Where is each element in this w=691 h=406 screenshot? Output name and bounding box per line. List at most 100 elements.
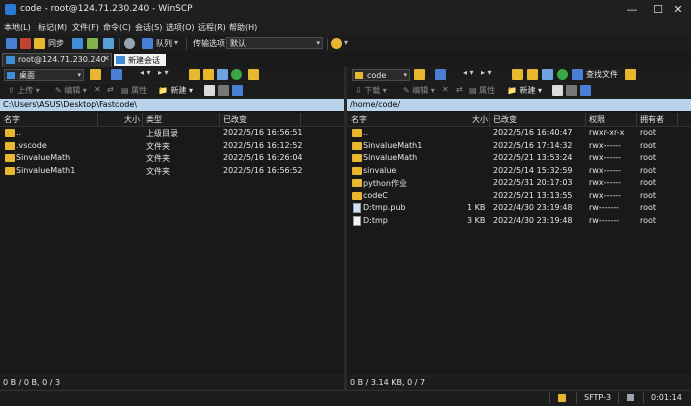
menu-commands[interactable]: 命令(C) bbox=[103, 22, 131, 33]
menu-remote[interactable]: 远程(R) bbox=[198, 22, 226, 33]
column-divider[interactable] bbox=[97, 113, 98, 126]
forward-arrow-icon[interactable]: ▸ ▾ bbox=[158, 68, 169, 77]
sync-folder-icon[interactable] bbox=[34, 38, 45, 49]
local-panel-icon[interactable] bbox=[6, 38, 17, 49]
column-modified[interactable]: 已改变 bbox=[223, 114, 247, 125]
back-arrow-icon[interactable]: ◂ ▾ bbox=[140, 68, 151, 77]
filter-select-icon[interactable] bbox=[580, 85, 591, 96]
edit-button[interactable]: ✎ 编辑 ▾ bbox=[403, 85, 435, 96]
open-folder-icon[interactable] bbox=[90, 69, 101, 80]
sync-browse-icon[interactable] bbox=[72, 38, 83, 49]
edit-button[interactable]: ✎ 编辑 ▾ bbox=[55, 85, 87, 96]
home-icon[interactable] bbox=[542, 69, 553, 80]
properties-button[interactable]: ▤ 属性 bbox=[469, 85, 495, 96]
menu-session[interactable]: 会话(S) bbox=[135, 22, 162, 33]
rename-icon[interactable]: ⇄ bbox=[456, 85, 463, 94]
filter-icon[interactable] bbox=[435, 69, 446, 80]
table-row[interactable]: SinvalueMath1 文件夹 2022/5/16 16:56:52 bbox=[0, 165, 344, 178]
column-divider[interactable] bbox=[677, 113, 678, 126]
column-permissions[interactable]: 权限 bbox=[589, 114, 605, 125]
chevron-down-icon[interactable]: ▾ bbox=[174, 38, 178, 47]
column-type[interactable]: 类型 bbox=[146, 114, 162, 125]
column-divider[interactable] bbox=[219, 113, 220, 126]
download-button[interactable]: ⇩ 下载 ▾ bbox=[355, 85, 387, 96]
right-path-bar[interactable]: /home/code/ bbox=[347, 99, 691, 111]
chevron-down-icon[interactable]: ▾ bbox=[344, 38, 348, 47]
properties-button[interactable]: ▤ 属性 bbox=[121, 85, 147, 96]
rename-icon[interactable]: ⇄ bbox=[107, 85, 114, 94]
minimize-button[interactable]: — bbox=[618, 2, 646, 18]
menu-local[interactable]: 本地(L) bbox=[4, 22, 31, 33]
home-icon[interactable] bbox=[217, 69, 228, 80]
forward-arrow-icon[interactable]: ▸ ▾ bbox=[481, 68, 492, 77]
column-size[interactable]: 大小 bbox=[472, 114, 488, 125]
delete-icon[interactable]: ✕ bbox=[442, 85, 449, 94]
menu-help[interactable]: 帮助(H) bbox=[229, 22, 257, 33]
queue-button[interactable]: 队列 bbox=[156, 38, 172, 49]
upload-button[interactable]: ⇪ 上传 ▾ bbox=[8, 85, 40, 96]
compare-icon[interactable] bbox=[20, 38, 31, 49]
refresh-icon[interactable] bbox=[557, 69, 568, 80]
right-file-list[interactable]: 名字 大小 已改变 权限 拥有者 .. 2022/5/16 16:40:47 r… bbox=[347, 111, 691, 375]
preferences-icon[interactable] bbox=[331, 38, 342, 49]
console-icon[interactable] bbox=[103, 38, 114, 49]
table-row[interactable]: .. 上级目录 2022/5/16 16:56:51 bbox=[0, 127, 344, 140]
left-location-select[interactable]: 桌面 ▾ bbox=[4, 69, 84, 81]
bookmark-icon[interactable] bbox=[625, 69, 636, 80]
open-folder-icon[interactable] bbox=[414, 69, 425, 80]
filter-select-icon[interactable] bbox=[232, 85, 243, 96]
table-row[interactable]: SinvalueMath1 2022/5/16 17:14:32 rwx----… bbox=[347, 140, 691, 153]
column-divider[interactable] bbox=[142, 113, 143, 126]
session-tab[interactable]: root@124.71.230.240 ✕ bbox=[2, 53, 112, 67]
new-button[interactable]: 📁 新建 ▾ bbox=[158, 85, 193, 96]
filter-icon[interactable] bbox=[111, 69, 122, 80]
new-session-tab[interactable]: 新建会话 bbox=[114, 54, 166, 66]
root-folder-icon[interactable] bbox=[203, 69, 214, 80]
unselect-icon[interactable] bbox=[566, 85, 577, 96]
table-row[interactable]: D:tmp 3 KB 2022/4/30 23:19:48 rw------- … bbox=[347, 215, 691, 228]
select-all-icon[interactable] bbox=[204, 85, 215, 96]
table-row[interactable]: python作业 2022/5/31 20:17:03 rwx------ ro… bbox=[347, 177, 691, 190]
column-divider[interactable] bbox=[636, 113, 637, 126]
find-files-icon[interactable] bbox=[572, 69, 583, 80]
column-divider[interactable] bbox=[300, 113, 301, 126]
find-files-button[interactable]: 查找文件 bbox=[586, 69, 618, 80]
parent-folder-icon[interactable] bbox=[512, 69, 523, 80]
menu-options[interactable]: 选项(O) bbox=[166, 22, 195, 33]
keep-up-to-date-icon[interactable] bbox=[87, 38, 98, 49]
column-divider[interactable] bbox=[489, 113, 490, 126]
back-arrow-icon[interactable]: ◂ ▾ bbox=[463, 68, 474, 77]
table-row[interactable]: SinvalueMath 2022/5/21 13:53:24 rwx-----… bbox=[347, 152, 691, 165]
table-row[interactable]: .. 2022/5/16 16:40:47 rwxr-xr-x root bbox=[347, 127, 691, 140]
bookmark-icon[interactable] bbox=[248, 69, 259, 80]
transfer-preset-select[interactable]: 默认 ▾ bbox=[226, 37, 323, 49]
table-row[interactable]: sinvalue 2022/5/14 15:32:59 rwx------ ro… bbox=[347, 165, 691, 178]
table-row[interactable]: codeC 2022/5/21 13:13:55 rwx------ root bbox=[347, 190, 691, 203]
column-name[interactable]: 名字 bbox=[351, 114, 367, 125]
delete-icon[interactable]: ✕ bbox=[94, 85, 101, 94]
left-path-bar[interactable]: C:\Users\ASUS\Desktop\Fastcode\ bbox=[0, 99, 344, 111]
queue-icon[interactable] bbox=[142, 38, 153, 49]
table-row[interactable]: .vscode 文件夹 2022/5/16 16:12:52 bbox=[0, 140, 344, 153]
gear-icon[interactable] bbox=[124, 38, 135, 49]
select-all-icon[interactable] bbox=[552, 85, 563, 96]
left-file-list[interactable]: 名字 大小 类型 已改变 .. 上级目录 2022/5/16 16:56:51 … bbox=[0, 111, 344, 375]
table-row[interactable]: D:tmp.pub 1 KB 2022/4/30 23:19:48 rw----… bbox=[347, 202, 691, 215]
table-row[interactable]: SinvalueMath 文件夹 2022/5/16 16:26:04 bbox=[0, 152, 344, 165]
close-icon[interactable]: ✕ bbox=[103, 54, 110, 63]
refresh-icon[interactable] bbox=[231, 69, 242, 80]
menu-mark[interactable]: 标记(M) bbox=[38, 22, 67, 33]
right-location-select[interactable]: code ▾ bbox=[352, 69, 410, 81]
column-size[interactable]: 大小 bbox=[124, 114, 140, 125]
parent-folder-icon[interactable] bbox=[189, 69, 200, 80]
menu-file[interactable]: 文件(F) bbox=[72, 22, 99, 33]
new-button[interactable]: 📁 新建 ▾ bbox=[507, 85, 542, 96]
column-modified[interactable]: 已改变 bbox=[493, 114, 517, 125]
unselect-icon[interactable] bbox=[218, 85, 229, 96]
column-divider[interactable] bbox=[585, 113, 586, 126]
column-name[interactable]: 名字 bbox=[4, 114, 20, 125]
close-button[interactable]: ✕ bbox=[664, 2, 691, 18]
root-folder-icon[interactable] bbox=[527, 69, 538, 80]
sync-button[interactable]: 同步 bbox=[48, 38, 64, 49]
column-owner[interactable]: 拥有者 bbox=[640, 114, 664, 125]
